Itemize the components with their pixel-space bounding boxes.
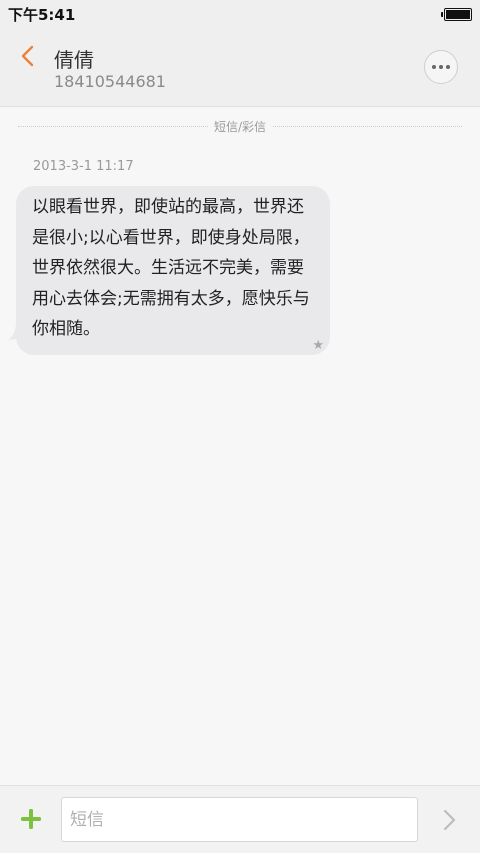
- battery-fill: [446, 10, 470, 19]
- chevron-left-icon: [21, 45, 34, 67]
- back-button[interactable]: [14, 42, 44, 72]
- chevron-right-icon: [443, 809, 456, 831]
- more-dot: [439, 65, 443, 69]
- send-button[interactable]: [440, 808, 460, 832]
- message-text: 以眼看世界，即使站的最高，世界还是很小;以心看世界，即使身处局限，世界依然很大。…: [32, 197, 310, 339]
- more-horizontal-icon: [432, 65, 436, 69]
- divider-label: 短信/彩信: [207, 118, 273, 135]
- status-time: 下午5:41: [8, 6, 76, 24]
- contact-number: 18410544681: [54, 72, 166, 91]
- star-icon: ★: [312, 337, 324, 353]
- more-options-button[interactable]: [424, 50, 458, 84]
- composer-bar: [0, 785, 480, 853]
- conversation-header: 倩倩 18410544681: [0, 28, 480, 107]
- incoming-message-bubble[interactable]: 以眼看世界，即使站的最高，世界还是很小;以心看世界，即使身处局限，世界依然很大。…: [16, 186, 330, 355]
- status-bar: 下午5:41: [0, 0, 480, 28]
- message-type-divider: 短信/彩信: [18, 118, 462, 135]
- battery-full-icon: [441, 8, 472, 21]
- contact-name: 倩倩: [54, 48, 94, 72]
- more-dot: [446, 65, 450, 69]
- message-timestamp: 2013-3-1 11:17: [33, 159, 134, 174]
- plus-icon: [21, 809, 41, 829]
- message-input[interactable]: [61, 797, 418, 842]
- add-attachment-button[interactable]: [18, 806, 44, 832]
- sms-thread-screen: 下午5:41 倩倩 18410544681 短信/彩信 2013-3-1 11:…: [0, 0, 480, 853]
